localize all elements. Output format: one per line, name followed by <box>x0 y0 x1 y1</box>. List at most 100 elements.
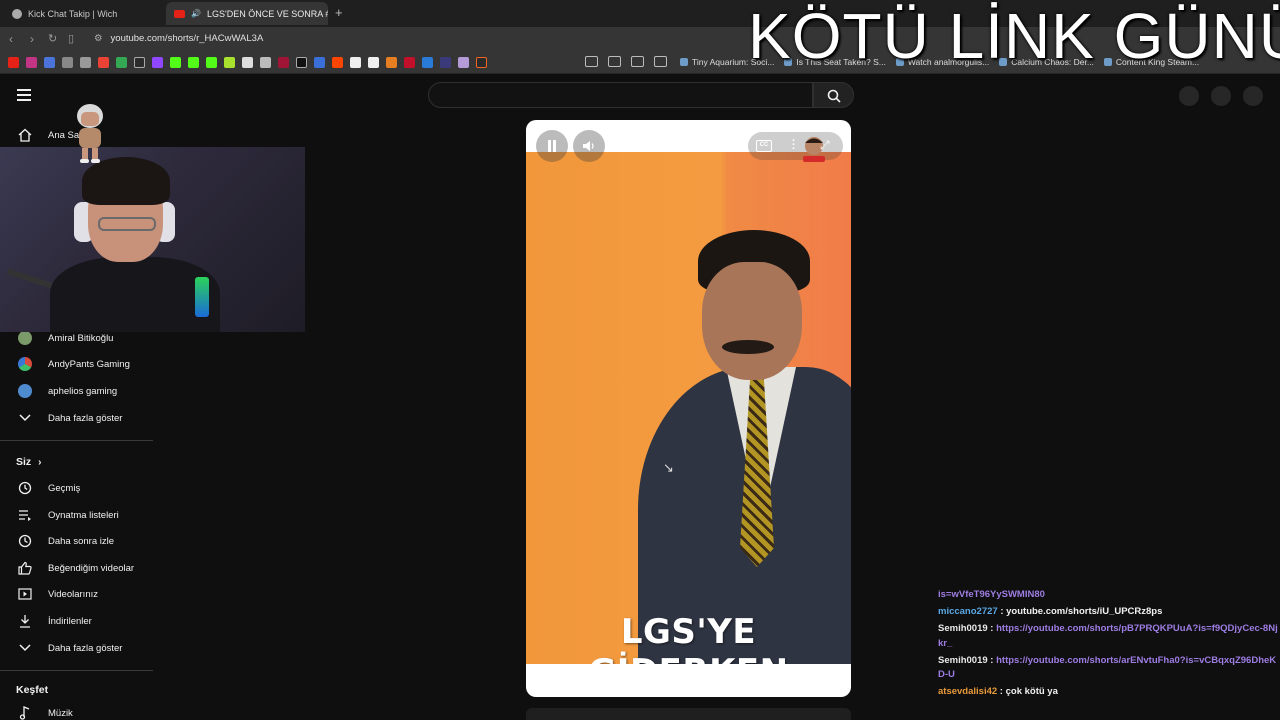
glasses <box>98 217 156 231</box>
reload-icon[interactable]: ↻ <box>48 32 57 45</box>
bookmark-icon[interactable] <box>458 57 469 68</box>
chat-link[interactable]: is=wVfeT96YySWMIN80 <box>938 589 1045 600</box>
notifications-icon[interactable] <box>1211 86 1231 106</box>
sidebar-item-label: Amiral Bitikoğlu <box>48 332 114 344</box>
kick-bookmark-icon[interactable] <box>206 57 217 68</box>
divider <box>0 440 153 441</box>
sidebar-item-label: Daha fazla göster <box>48 412 123 424</box>
avatar-sticker <box>77 104 103 163</box>
shorts-player[interactable]: LGS'YE GİDERKEN CC ··· ⤢ <box>526 120 851 697</box>
bookmark-icon[interactable] <box>242 57 253 68</box>
bookmark-icon[interactable] <box>404 57 415 68</box>
bookmark-icon[interactable] <box>224 57 235 68</box>
show-more-button[interactable]: Daha fazla göster <box>0 405 153 431</box>
sidebar-item-your-videos[interactable]: Videolarınız <box>0 581 153 607</box>
folder-icon[interactable] <box>654 56 667 67</box>
kick-bookmark-icon[interactable] <box>170 57 181 68</box>
chevron-down-icon <box>17 641 32 656</box>
instagram-bookmark-icon[interactable] <box>26 57 37 68</box>
section-explore: Keşfet <box>16 684 49 696</box>
divider <box>0 670 153 671</box>
sidebar-item-label: Daha fazla göster <box>48 642 123 654</box>
sidebar-item-label: Daha sonra izle <box>48 535 115 547</box>
search-button[interactable] <box>813 82 854 108</box>
volume-button[interactable] <box>573 130 605 162</box>
bookmark-icon[interactable] <box>422 57 433 68</box>
avatar[interactable] <box>1243 86 1263 106</box>
next-short-preview[interactable] <box>526 708 851 720</box>
menu-icon[interactable] <box>17 89 31 104</box>
sidebar-item-label: Beğendiğim videolar <box>48 562 135 574</box>
more-options-icon[interactable]: · · · <box>792 136 796 155</box>
site-info-icon[interactable]: ⚙ <box>94 33 103 44</box>
search-input[interactable] <box>428 82 813 108</box>
sidebar-item-history[interactable]: Geçmiş <box>0 475 153 501</box>
expand-icon[interactable]: ⤢ <box>820 138 830 153</box>
url-field[interactable]: ⚙ youtube.com/shorts/r_HACwWAL3A <box>94 33 263 44</box>
bookmark-icon[interactable] <box>62 57 73 68</box>
globe-icon <box>12 8 22 19</box>
sidebar-item-label: Oynatma listeleri <box>48 509 119 521</box>
sidebar-item-watch-later[interactable]: Daha sonra izle <box>0 528 153 554</box>
sidebar-item-music[interactable]: Müzik <box>0 700 153 720</box>
gmail-bookmark-icon[interactable] <box>98 57 109 68</box>
bookmark-icon[interactable] <box>260 57 271 68</box>
reddit-bookmark-icon[interactable] <box>332 57 343 68</box>
chat-text: youtube.com/shorts/iU_UPCRz8ps <box>1006 606 1163 617</box>
bookmark-icon[interactable] <box>134 57 145 68</box>
sidebar-item-liked-videos[interactable]: Beğendiğim videolar <box>0 555 153 581</box>
folder-icon[interactable] <box>608 56 621 67</box>
sidebar-item-downloads[interactable]: İndirilenler <box>0 608 153 634</box>
sidebar-item-playlists[interactable]: Oynatma listeleri <box>0 502 153 528</box>
bookmark-icon[interactable] <box>80 57 91 68</box>
youtube-bookmark-icon[interactable] <box>8 57 19 68</box>
x-bookmark-icon[interactable] <box>296 57 307 68</box>
drive-bookmark-icon[interactable] <box>116 57 127 68</box>
bookmark-icon[interactable] <box>440 57 451 68</box>
bookmark-icon[interactable] <box>278 57 289 68</box>
patreon-bookmark-icon[interactable] <box>350 57 361 68</box>
volume-icon <box>583 141 594 151</box>
video-frame[interactable]: LGS'YE GİDERKEN <box>526 152 851 664</box>
tab-youtube-shorts[interactable]: 🔊 LGS'DEN ÖNCE VE SONRA #s × <box>166 2 328 25</box>
folder-icon[interactable] <box>585 56 598 67</box>
video-caption: LGS'YE GİDERKEN <box>588 612 788 664</box>
amazon-bookmark-icon[interactable] <box>368 57 379 68</box>
subscription-item[interactable]: AndyPants Gaming <box>0 351 153 377</box>
show-more-button[interactable]: Daha fazla göster <box>0 635 153 661</box>
create-icon[interactable] <box>1179 86 1199 106</box>
channel-avatar <box>17 384 32 399</box>
chat-message: Semih0019 : https://youtube.com/shorts/p… <box>938 623 1278 649</box>
screen: { "browser": { "tabs": [ {"title": "Kick… <box>0 0 1280 720</box>
back-icon[interactable]: ‹ <box>9 32 13 46</box>
folder-icon[interactable] <box>631 56 644 67</box>
section-you[interactable]: Siz › <box>16 456 41 468</box>
tab-kick-chat[interactable]: Kick Chat Takip | Wich <box>4 2 164 25</box>
new-tab-button[interactable]: + <box>335 5 343 20</box>
chat-username: miccano2727 <box>938 606 998 617</box>
header-actions <box>1179 86 1263 106</box>
captions-button[interactable]: CC <box>756 140 772 152</box>
streamer-hair <box>82 157 170 205</box>
pause-button[interactable] <box>536 130 568 162</box>
history-icon <box>17 481 32 496</box>
bookmark-icon[interactable] <box>386 57 397 68</box>
kick-bookmark-icon[interactable] <box>188 57 199 68</box>
twitch-bookmark-icon[interactable] <box>152 57 163 68</box>
translate-bookmark-icon[interactable] <box>44 57 55 68</box>
subscription-item[interactable]: aphelios gaming <box>0 378 153 404</box>
forward-icon[interactable]: › <box>30 32 34 46</box>
bookmark-icons <box>8 57 487 68</box>
music-icon <box>17 706 32 720</box>
sidebar-item-label: AndyPants Gaming <box>48 358 130 370</box>
rgb-light <box>195 277 209 317</box>
bookmark-icon[interactable] <box>476 57 487 68</box>
sidebar-item-label: Müzik <box>48 707 73 719</box>
home-icon <box>17 128 32 143</box>
bookmark-icon[interactable] <box>314 57 325 68</box>
pause-icon <box>548 140 556 152</box>
bookmark-icon[interactable]: ▯ <box>68 32 74 45</box>
avatar <box>17 357 32 371</box>
sidebar-item-label: İndirilenler <box>48 615 92 627</box>
like-icon <box>17 561 32 576</box>
